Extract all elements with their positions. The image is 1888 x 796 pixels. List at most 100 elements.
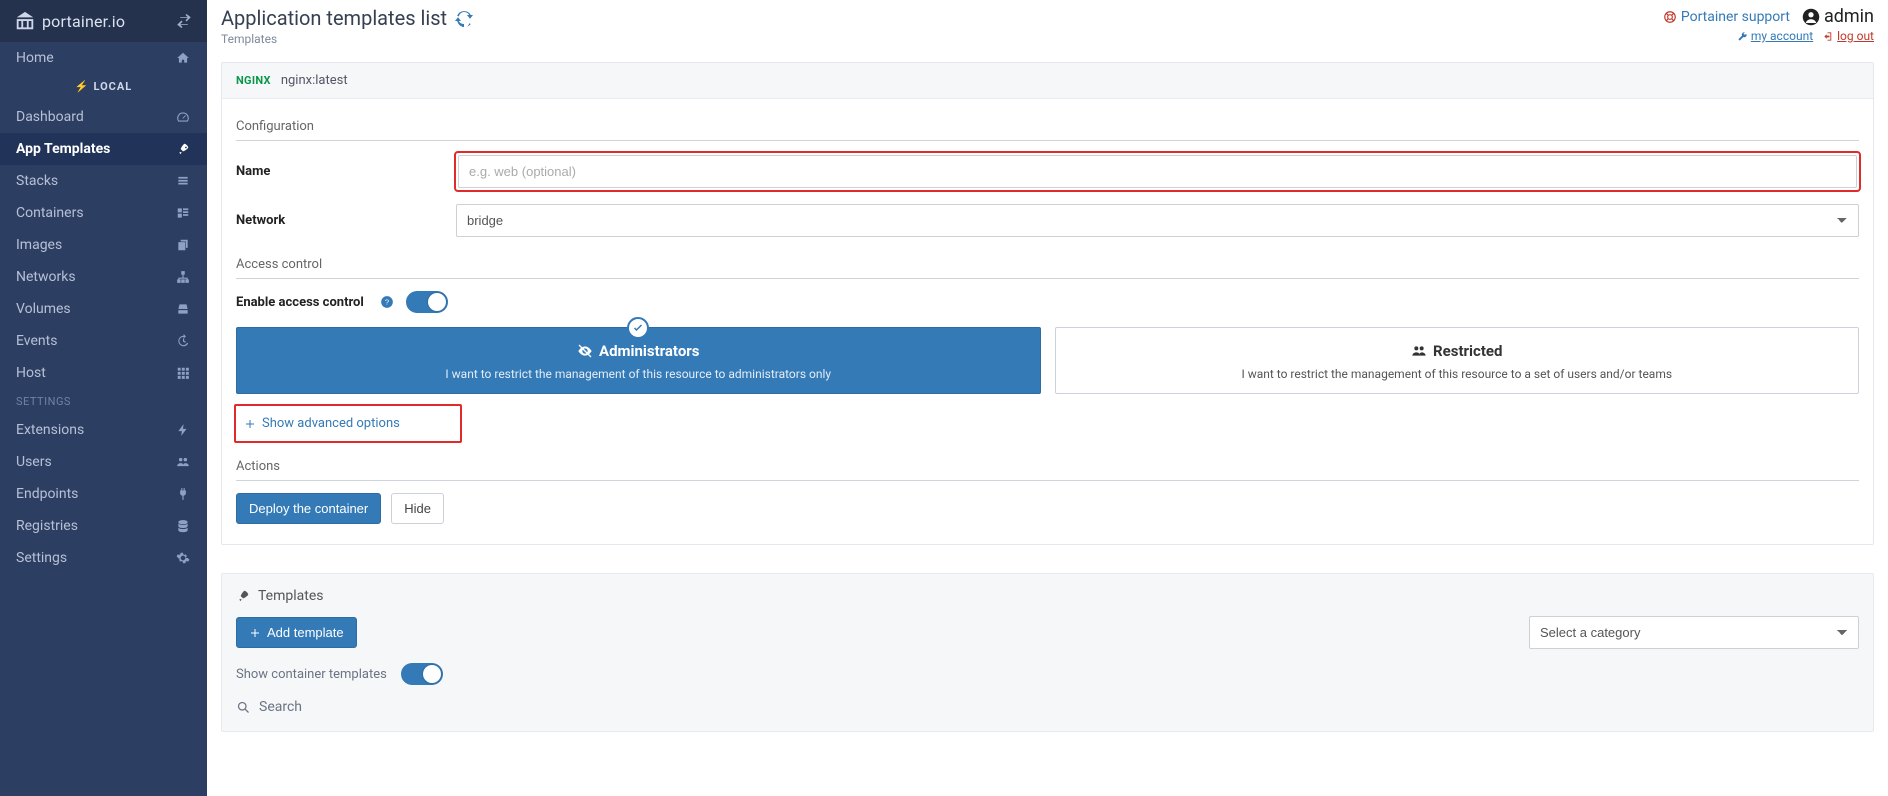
- support-link[interactable]: Portainer support: [1663, 9, 1790, 25]
- user-chip[interactable]: admin: [1802, 6, 1874, 27]
- sidebar-item-label: Endpoints: [16, 486, 78, 502]
- sidebar-item-label: Images: [16, 237, 62, 253]
- sidebar-item-label: Home: [16, 50, 54, 66]
- template-image-name: nginx:latest: [281, 73, 348, 88]
- sidebar-item-settings[interactable]: Settings: [0, 542, 207, 574]
- sidebar-item-label: Events: [16, 333, 57, 349]
- add-template-button[interactable]: Add template: [236, 617, 357, 648]
- sidebar: portainer.io Home ⚡LOCAL Dashboard App T…: [0, 0, 207, 796]
- logout-label: log out: [1837, 29, 1874, 43]
- sidebar-item-label: Stacks: [16, 173, 58, 189]
- show-container-templates-label: Show container templates: [236, 667, 387, 682]
- brand-icon: [14, 10, 36, 32]
- form-row-network: Network bridge: [236, 204, 1859, 237]
- template-config-panel: NGINX nginx:latest Configuration Name Ne…: [221, 62, 1874, 545]
- bolt-icon: [175, 422, 191, 438]
- main: Application templates list Templates Por…: [207, 0, 1888, 796]
- page-title: Application templates list: [221, 6, 447, 30]
- add-template-label: Add template: [267, 625, 344, 640]
- breadcrumb: Templates: [221, 32, 473, 46]
- form-row-name: Name: [236, 153, 1859, 190]
- plug2-icon: [175, 486, 191, 502]
- hide-button[interactable]: Hide: [391, 493, 444, 524]
- sidebar-item-label: Host: [16, 365, 46, 381]
- templates-panel: Templates Add template Select a category…: [221, 573, 1874, 732]
- section-configuration: Configuration: [236, 113, 1859, 141]
- sidebar-item-events[interactable]: Events: [0, 325, 207, 357]
- eye-slash-icon: [577, 343, 593, 359]
- database-icon: [175, 518, 191, 534]
- search-icon: [236, 700, 251, 715]
- access-card-restricted[interactable]: Restricted I want to restrict the manage…: [1055, 327, 1860, 394]
- sidebar-item-home[interactable]: Home: [0, 42, 207, 74]
- signout-icon: [1823, 31, 1834, 42]
- card-restricted-title: Restricted: [1433, 342, 1502, 360]
- enable-access-label: Enable access control: [236, 295, 364, 310]
- sidebar-item-app-templates[interactable]: App Templates: [0, 133, 207, 165]
- sidebar-item-host[interactable]: Host: [0, 357, 207, 389]
- section-access: Access control: [236, 251, 1859, 279]
- network-select[interactable]: bridge: [456, 204, 1859, 237]
- show-container-templates-toggle[interactable]: [401, 663, 443, 685]
- sidebar-item-containers[interactable]: Containers: [0, 197, 207, 229]
- access-card-administrators[interactable]: Administrators I want to restrict the ma…: [236, 327, 1041, 394]
- sidebar-item-label: Settings: [16, 550, 67, 566]
- sidebar-local: ⚡LOCAL: [0, 74, 207, 101]
- sitemap-icon: [175, 269, 191, 285]
- swap-icon[interactable]: [175, 12, 193, 30]
- lifebuoy-icon: [1663, 10, 1677, 24]
- enable-access-toggle[interactable]: [406, 291, 448, 313]
- name-input[interactable]: [458, 155, 1857, 188]
- sidebar-item-extensions[interactable]: Extensions: [0, 414, 207, 446]
- rocket-icon: [175, 141, 191, 157]
- home-icon: [175, 50, 191, 66]
- users-icon: [1411, 343, 1427, 359]
- wrench-icon: [1737, 31, 1748, 42]
- network-label: Network: [236, 213, 446, 228]
- check-icon: [627, 317, 649, 339]
- grid-icon: [175, 365, 191, 381]
- search-label: Search: [259, 699, 302, 715]
- users-icon: [175, 454, 191, 470]
- copy-icon: [175, 237, 191, 253]
- sidebar-item-label: App Templates: [16, 141, 110, 157]
- help-icon[interactable]: ?: [380, 295, 394, 309]
- section-actions: Actions: [236, 453, 1859, 481]
- support-label: Portainer support: [1681, 9, 1790, 25]
- sidebar-item-label: Volumes: [16, 301, 71, 317]
- sidebar-item-endpoints[interactable]: Endpoints: [0, 478, 207, 510]
- my-account-link[interactable]: my account: [1737, 29, 1813, 43]
- sidebar-item-label: Networks: [16, 269, 76, 285]
- sidebar-item-label: Extensions: [16, 422, 84, 438]
- sidebar-item-dashboard[interactable]: Dashboard: [0, 101, 207, 133]
- sidebar-item-registries[interactable]: Registries: [0, 510, 207, 542]
- sidebar-item-images[interactable]: Images: [0, 229, 207, 261]
- sidebar-item-networks[interactable]: Networks: [0, 261, 207, 293]
- svg-text:?: ?: [385, 297, 389, 306]
- deploy-button[interactable]: Deploy the container: [236, 493, 381, 524]
- sidebar-item-label: Dashboard: [16, 109, 84, 125]
- category-select[interactable]: Select a category: [1529, 616, 1859, 649]
- rocket-icon: [236, 589, 250, 603]
- refresh-icon[interactable]: [455, 9, 473, 27]
- user-icon: [1802, 8, 1820, 26]
- brand-text: portainer.io: [42, 12, 125, 31]
- show-advanced-link[interactable]: Show advanced options: [238, 408, 406, 439]
- nginx-logo: NGINX: [236, 74, 271, 87]
- sidebar-item-volumes[interactable]: Volumes: [0, 293, 207, 325]
- plug-icon: ⚡: [75, 80, 90, 93]
- templates-title: Templates: [258, 588, 324, 604]
- name-label: Name: [236, 164, 446, 179]
- sidebar-settings-label: SETTINGS: [0, 389, 207, 414]
- tachometer-icon: [175, 109, 191, 125]
- user-name: admin: [1824, 6, 1874, 27]
- sidebar-item-stacks[interactable]: Stacks: [0, 165, 207, 197]
- plus-icon: [249, 627, 261, 639]
- sidebar-header: portainer.io: [0, 0, 207, 42]
- layers-icon: [175, 205, 191, 221]
- brand-link[interactable]: portainer.io: [14, 10, 125, 32]
- sidebar-item-label: Users: [16, 454, 52, 470]
- sidebar-item-users[interactable]: Users: [0, 446, 207, 478]
- logout-link[interactable]: log out: [1823, 29, 1874, 43]
- hdd-icon: [175, 301, 191, 317]
